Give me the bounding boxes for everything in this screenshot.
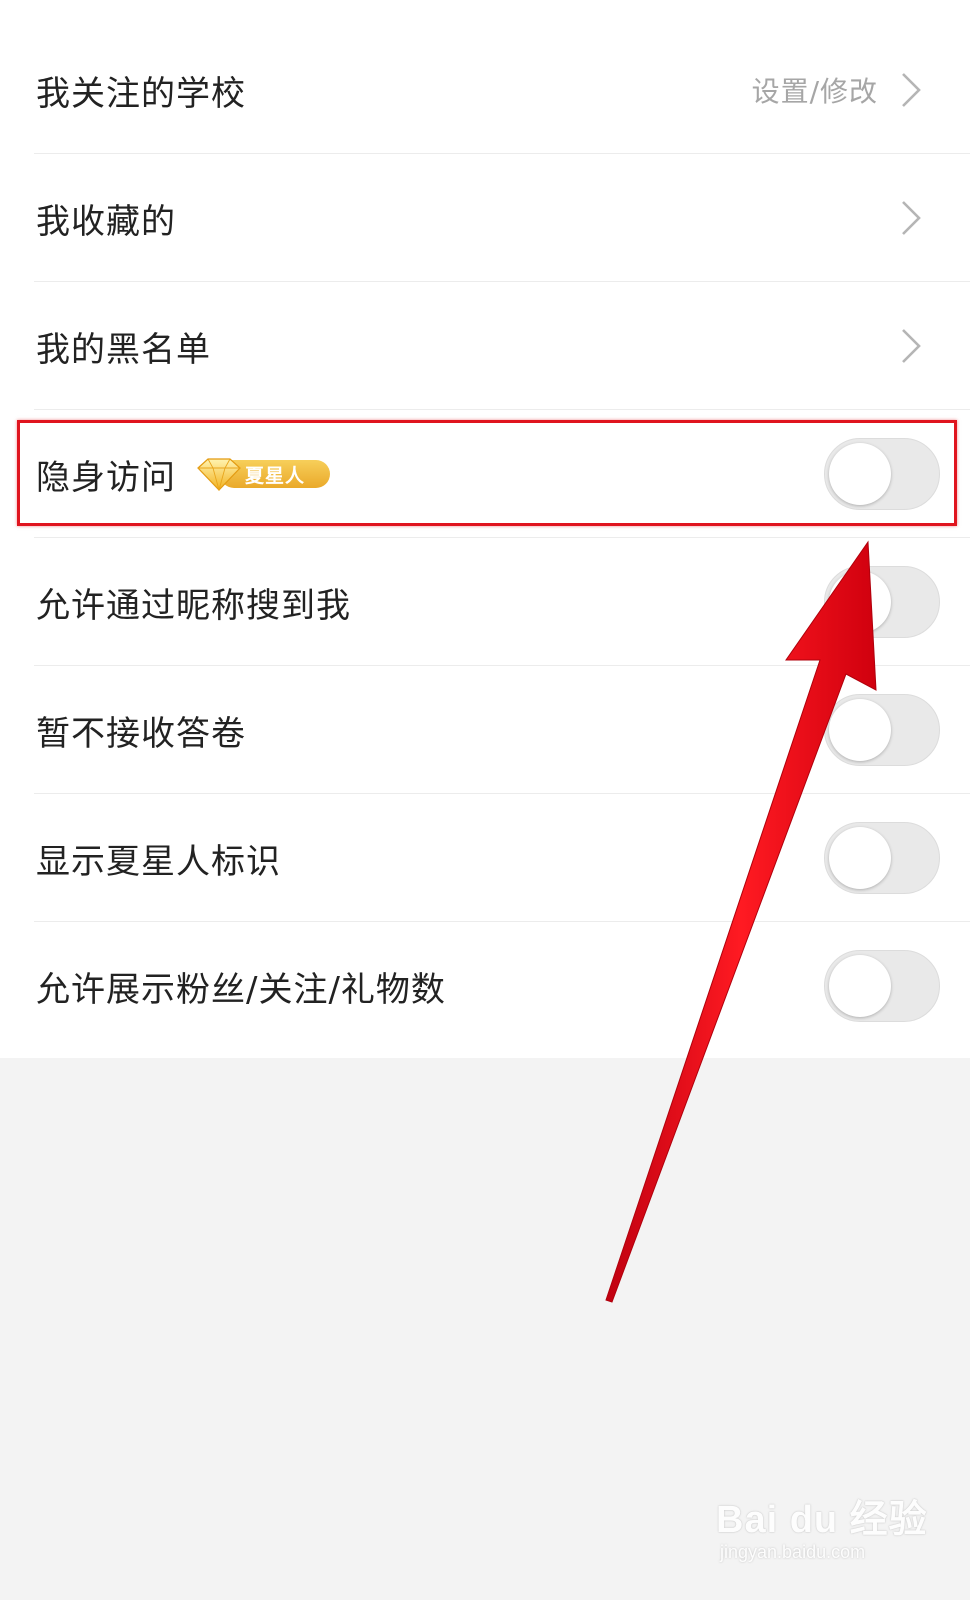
toggle-knob	[829, 699, 891, 761]
row-label: 显示夏星人标识	[36, 841, 281, 882]
highlight-box	[17, 420, 957, 526]
toggle-knob	[829, 827, 891, 889]
row-search-by-nickname: 允许通过昵称搜到我	[0, 538, 970, 666]
watermark-url: jingyan.baidu.com	[720, 1542, 866, 1562]
row-followed-schools[interactable]: 我关注的学校 设置/修改	[0, 26, 970, 154]
row-label: 我收藏的	[36, 201, 176, 242]
chevron-right-icon	[902, 329, 921, 363]
chevron-right-icon	[902, 73, 921, 107]
row-show-vip-mark: 显示夏星人标识	[0, 794, 970, 922]
row-label: 允许通过昵称搜到我	[36, 585, 351, 626]
show-vip-mark-toggle[interactable]	[824, 822, 940, 894]
row-label: 允许展示粉丝/关注/礼物数	[36, 969, 446, 1010]
watermark-logo: Bai du 经验	[716, 1499, 928, 1541]
settings-list: 我关注的学校 设置/修改 我收藏的 我的黑名单 隐身访问 夏星人 允许通过昵称搜…	[0, 0, 970, 1058]
row-label: 暂不接收答卷	[36, 713, 246, 754]
settings-page: 我关注的学校 设置/修改 我收藏的 我的黑名单 隐身访问 夏星人 允许通过昵称搜…	[0, 0, 970, 1600]
row-blacklist[interactable]: 我的黑名单	[0, 282, 970, 410]
row-label: 我关注的学校	[36, 73, 246, 114]
toggle-knob	[829, 955, 891, 1017]
show-fans-counts-toggle[interactable]	[824, 950, 940, 1022]
row-label: 我的黑名单	[36, 329, 211, 370]
row-show-fans-counts: 允许展示粉丝/关注/礼物数	[0, 922, 970, 1050]
set-modify-hint: 设置/修改	[751, 75, 878, 108]
toggle-knob	[829, 571, 891, 633]
row-no-answer-sheets: 暂不接收答卷	[0, 666, 970, 794]
no-answer-sheets-toggle[interactable]	[824, 694, 940, 766]
search-by-nickname-toggle[interactable]	[824, 566, 940, 638]
chevron-right-icon	[902, 201, 921, 235]
row-my-favorites[interactable]: 我收藏的	[0, 154, 970, 282]
baidu-jingyan-watermark: Bai du 经验 jingyan.baidu.com	[716, 1478, 927, 1574]
